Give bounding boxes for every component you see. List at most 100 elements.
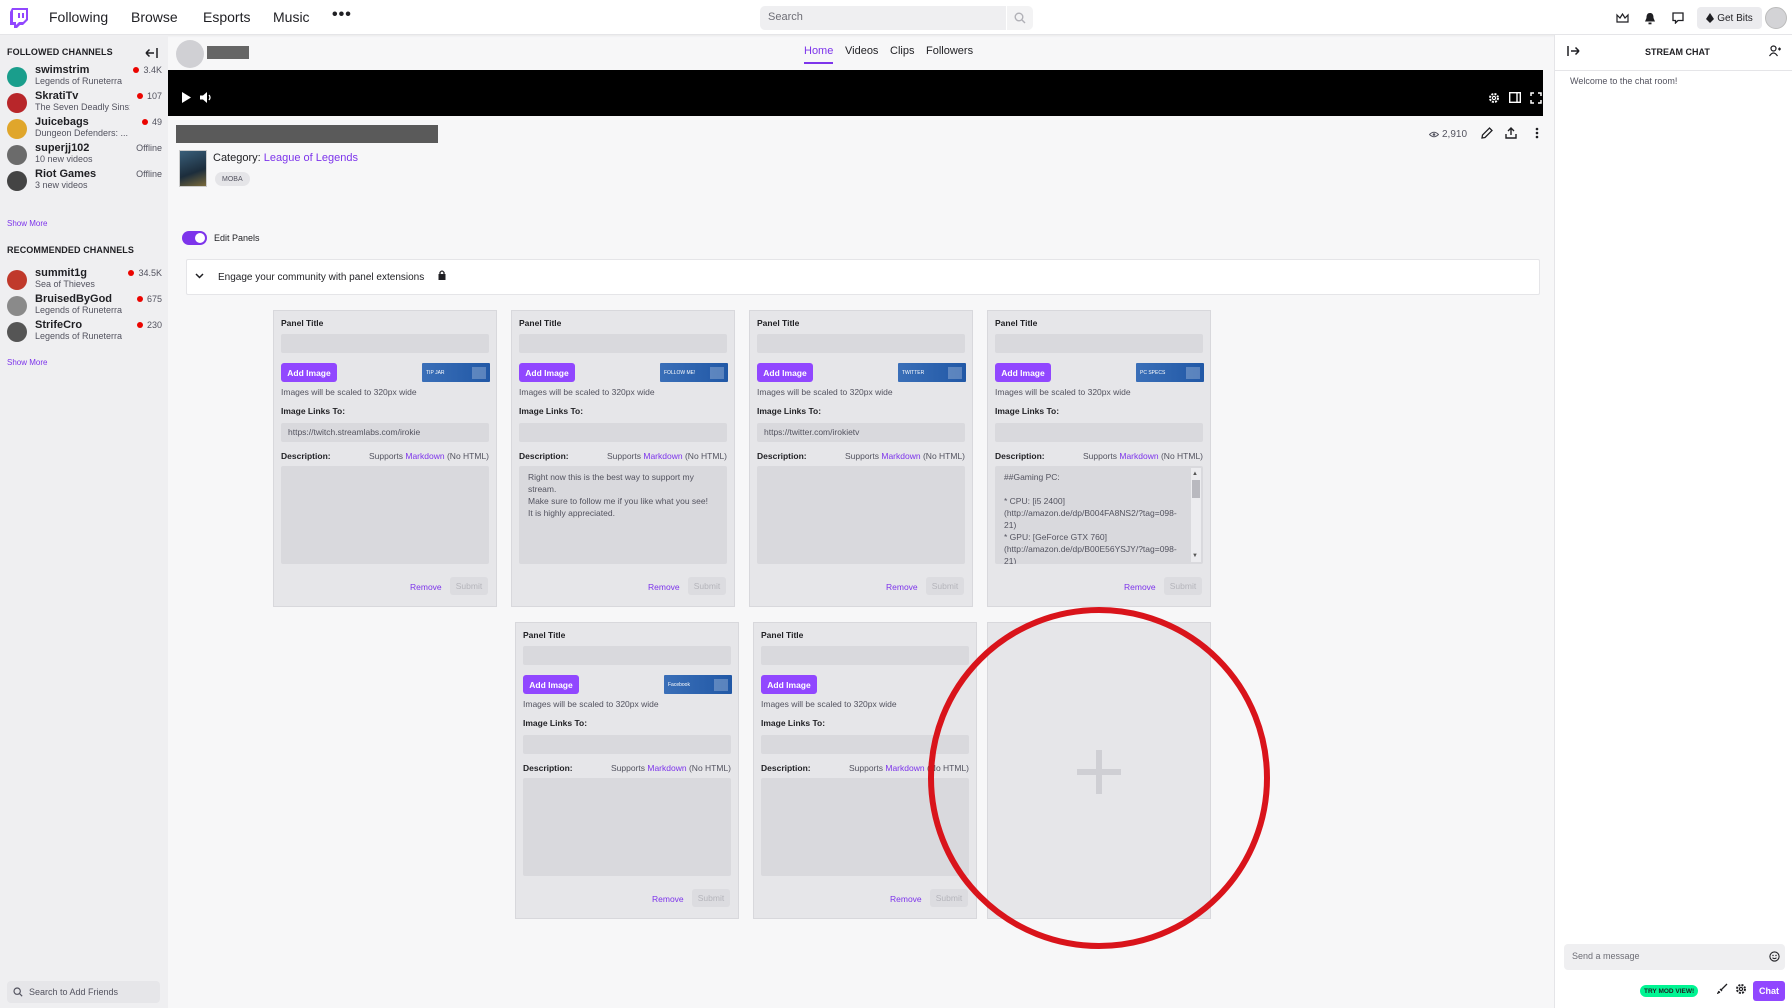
description-textarea[interactable] [757,466,965,564]
recommended-show-more-link[interactable]: Show More [7,358,47,367]
markdown-support-note: Supports Markdown (No HTML) [607,451,727,461]
add-image-button[interactable]: Add Image [523,675,579,694]
remove-panel-link[interactable]: Remove [1124,582,1156,592]
add-image-button[interactable]: Add Image [995,363,1051,382]
chat-settings-gear-icon[interactable] [1735,983,1747,998]
panel-title-input[interactable] [995,334,1203,353]
image-link-input[interactable] [523,735,731,754]
video-player[interactable] [168,70,1543,116]
add-panel-plus-icon[interactable] [1077,750,1121,794]
image-link-input[interactable] [761,735,969,754]
theatre-mode-icon[interactable] [1508,91,1522,105]
channel-item[interactable]: SkratiTv The Seven Deadly Sins:... 107 [7,90,162,116]
tab-clips[interactable]: Clips [890,45,914,57]
tab-followers[interactable]: Followers [926,45,973,57]
remove-panel-link[interactable]: Remove [890,894,922,904]
channel-item[interactable]: BruisedByGod Legends of Runeterra 675 [7,293,162,319]
image-link-input[interactable] [519,423,727,442]
community-users-icon[interactable] [1769,45,1782,60]
description-textarea[interactable] [523,778,731,876]
scroll-down-arrow-icon[interactable]: ▼ [1192,550,1198,562]
panel-title-input[interactable] [757,334,965,353]
markdown-link[interactable]: Markdown [405,451,444,461]
submit-panel-button[interactable]: Submit [930,889,968,907]
nav-esports[interactable]: Esports [203,9,250,25]
remove-panel-link[interactable]: Remove [648,582,680,592]
tab-home[interactable]: Home [804,45,833,57]
chat-send-button[interactable]: Chat [1753,981,1785,1001]
submit-panel-button[interactable]: Submit [1164,577,1202,595]
crown-icon[interactable] [1614,10,1630,26]
settings-gear-icon[interactable] [1488,92,1500,106]
tab-videos[interactable]: Videos [845,45,878,57]
scrollbar-thumb[interactable] [1192,480,1200,498]
play-icon[interactable] [181,92,191,105]
markdown-link[interactable]: Markdown [643,451,682,461]
whispers-icon[interactable] [1670,10,1686,26]
remove-panel-link[interactable]: Remove [410,582,442,592]
add-image-button[interactable]: Add Image [281,363,337,382]
volume-icon[interactable] [200,92,213,105]
search-icon[interactable] [1007,6,1033,30]
channel-item[interactable]: Riot Games 3 new videos Offline [7,168,162,194]
panel-title-input[interactable] [519,334,727,353]
tag-moba[interactable]: MOBA [215,172,250,186]
notifications-bell-icon[interactable] [1642,10,1658,26]
description-textarea[interactable] [281,466,489,564]
mod-view-sword-icon[interactable] [1716,983,1728,997]
friend-search-input[interactable]: Search to Add Friends [7,981,160,1003]
collapse-sidebar-icon[interactable] [145,46,158,61]
get-bits-button[interactable]: Get Bits [1697,7,1762,29]
chat-message-input[interactable]: Send a message [1564,944,1785,970]
twitch-logo-icon[interactable] [10,8,28,28]
markdown-link[interactable]: Markdown [881,451,920,461]
emote-picker-icon[interactable] [1769,951,1780,965]
category-link[interactable]: League of Legends [264,152,358,164]
description-textarea[interactable]: Right now this is the best way to suppor… [519,466,727,564]
submit-panel-button[interactable]: Submit [692,889,730,907]
nav-following[interactable]: Following [49,9,108,25]
channel-item[interactable]: summit1g Sea of Thieves 34.5K [7,267,162,293]
description-textarea[interactable] [761,778,969,876]
more-menu-icon[interactable]: ••• [332,6,352,24]
submit-panel-button[interactable]: Submit [926,577,964,595]
game-box-art[interactable] [179,150,207,187]
search-input[interactable]: Search [760,6,1006,30]
add-image-button[interactable]: Add Image [761,675,817,694]
nav-browse[interactable]: Browse [131,9,178,25]
panel-title-input[interactable] [523,646,731,665]
image-link-input[interactable]: https://twitter.com/irokietv [757,423,965,442]
collapse-chat-icon[interactable] [1567,45,1580,59]
nav-music[interactable]: Music [273,9,310,25]
fullscreen-icon[interactable] [1530,92,1542,106]
remove-panel-link[interactable]: Remove [652,894,684,904]
user-avatar[interactable] [1765,7,1787,29]
channel-item[interactable]: superjj102 10 new videos Offline [7,142,162,168]
submit-panel-button[interactable]: Submit [688,577,726,595]
edit-pencil-icon[interactable] [1481,127,1493,142]
scroll-up-arrow-icon[interactable]: ▲ [1192,468,1198,480]
chevron-down-icon[interactable] [195,271,204,282]
followed-show-more-link[interactable]: Show More [7,219,47,228]
channel-avatar[interactable] [176,40,204,68]
share-icon[interactable] [1505,127,1517,142]
more-options-icon[interactable] [1535,127,1539,142]
channel-item[interactable]: swimstrim Legends of Runeterra 3.4K [7,64,162,90]
description-textarea[interactable]: ##Gaming PC: * CPU: [i5 2400](http://ama… [995,466,1203,564]
add-image-button[interactable]: Add Image [757,363,813,382]
description-scrollbar[interactable]: ▲ ▼ [1191,468,1201,562]
image-link-input[interactable] [995,423,1203,442]
panel-title-input[interactable] [761,646,969,665]
try-mod-view-badge[interactable]: TRY MOD VIEW! [1640,985,1699,997]
markdown-link[interactable]: Markdown [1119,451,1158,461]
image-link-input[interactable]: https://twitch.streamlabs.com/irokie [281,423,489,442]
markdown-link[interactable]: Markdown [885,763,924,773]
submit-panel-button[interactable]: Submit [450,577,488,595]
panel-title-input[interactable] [281,334,489,353]
channel-item[interactable]: Juicebags Dungeon Defenders: ... 49 [7,116,162,142]
channel-item[interactable]: StrifeCro Legends of Runeterra 230 [7,319,162,345]
edit-panels-toggle[interactable] [182,231,207,245]
add-image-button[interactable]: Add Image [519,363,575,382]
remove-panel-link[interactable]: Remove [886,582,918,592]
markdown-link[interactable]: Markdown [647,763,686,773]
